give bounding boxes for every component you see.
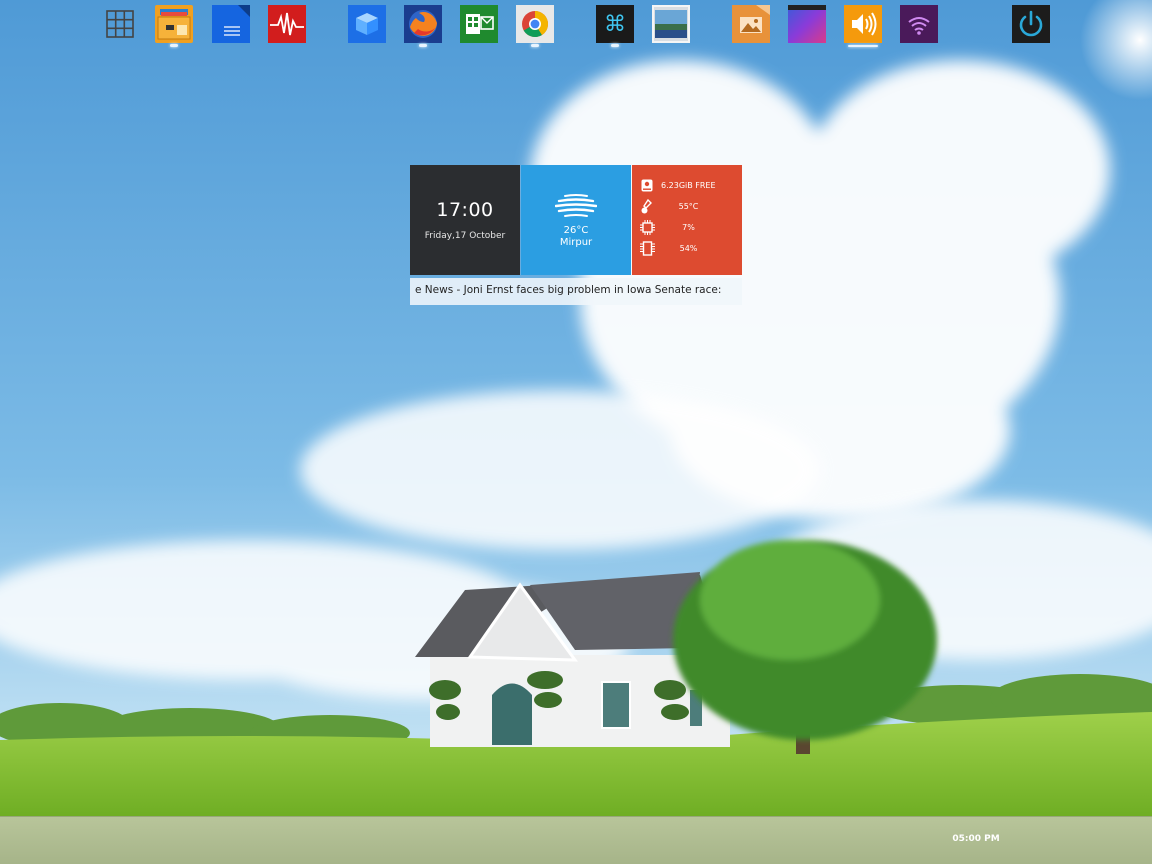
cpu-chip-icon bbox=[639, 220, 655, 236]
desktop-theme-icon[interactable] bbox=[788, 5, 826, 43]
cpu-temperature: 55°C bbox=[678, 202, 699, 211]
hard-drive-icon bbox=[639, 178, 655, 194]
cpu-row: 7% bbox=[639, 217, 742, 238]
volume-icon[interactable] bbox=[844, 5, 882, 47]
chrome-icon[interactable] bbox=[516, 5, 554, 47]
power-icon[interactable] bbox=[1012, 5, 1050, 43]
virtualbox-icon[interactable] bbox=[348, 5, 386, 43]
desktop-widgets: 17:00 Friday,17 October 26°C Mirpur 6.23… bbox=[410, 165, 742, 275]
disk-free: 6.23GiB FREE bbox=[661, 181, 716, 190]
temperature-row: 55°C bbox=[639, 196, 742, 217]
image-viewer-icon[interactable] bbox=[652, 5, 690, 43]
wifi-icon[interactable] bbox=[900, 5, 938, 43]
system-monitor-widget[interactable]: 6.23GiB FREE 55°C 7% 54% bbox=[632, 165, 742, 275]
memory-row: 54% bbox=[639, 238, 742, 259]
disk-row: 6.23GiB FREE bbox=[639, 175, 742, 196]
firefox-icon[interactable] bbox=[404, 5, 442, 47]
clock-time: 17:00 bbox=[436, 199, 494, 221]
fog-icon bbox=[555, 193, 597, 217]
command-glyph: ⌘ bbox=[604, 11, 626, 37]
cpu-usage: 7% bbox=[682, 223, 695, 232]
desktop-wallpaper bbox=[0, 0, 1152, 864]
file-manager-icon[interactable] bbox=[155, 5, 193, 47]
dock-clock[interactable]: 05:00 PM bbox=[950, 816, 1002, 864]
news-ticker[interactable]: e News - Joni Ernst faces big problem in… bbox=[410, 278, 742, 305]
command-icon[interactable]: ⌘ bbox=[596, 5, 634, 47]
document-icon[interactable] bbox=[212, 5, 250, 43]
system-monitor-icon[interactable] bbox=[268, 5, 306, 43]
clock-date: Friday,17 October bbox=[424, 231, 506, 241]
app-grid-icon[interactable] bbox=[101, 5, 139, 43]
memory-chip-icon bbox=[639, 241, 655, 257]
clock-widget[interactable]: 17:00 Friday,17 October bbox=[410, 165, 520, 275]
office-icon[interactable] bbox=[460, 5, 498, 43]
weather-widget[interactable]: 26°C Mirpur bbox=[521, 165, 631, 275]
memory-usage: 54% bbox=[679, 244, 698, 253]
weather-temperature: 26°C bbox=[563, 224, 589, 236]
pictures-folder-icon[interactable] bbox=[732, 5, 770, 43]
thermometer-icon bbox=[639, 198, 655, 215]
weather-city: Mirpur bbox=[559, 236, 593, 248]
